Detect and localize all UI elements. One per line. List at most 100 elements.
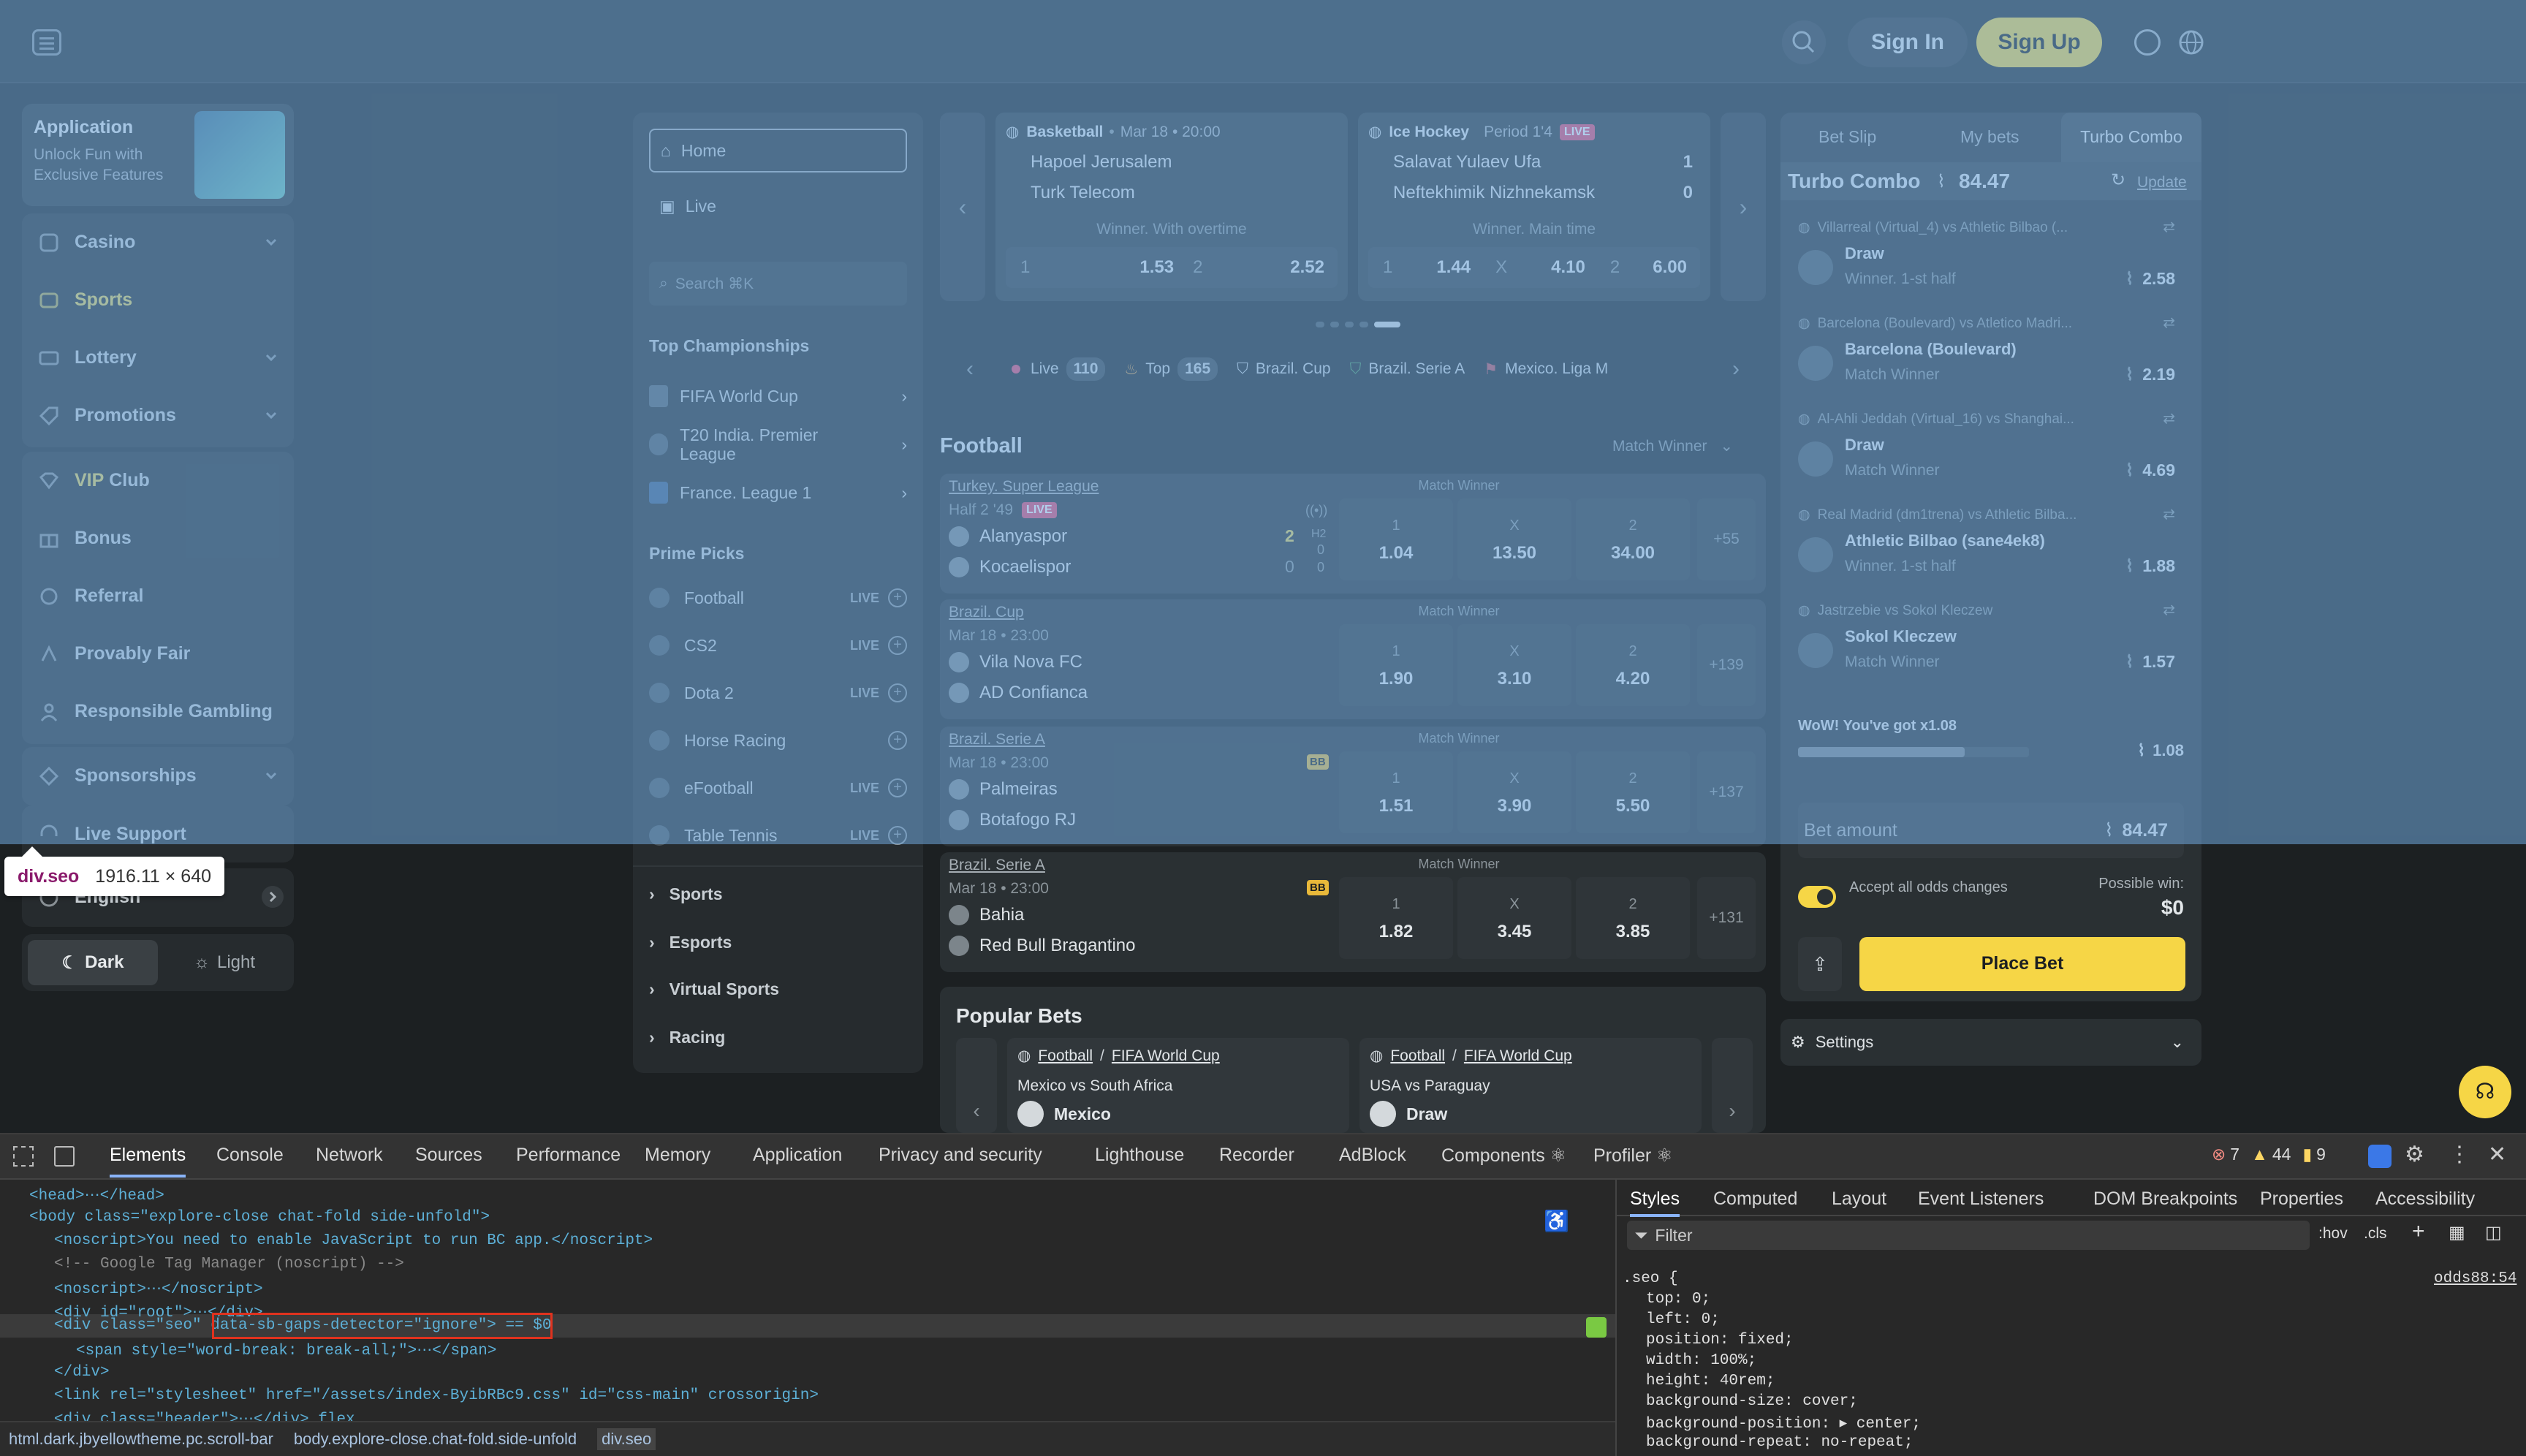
search-icon[interactable] [1782, 20, 1826, 64]
nav-sponsorships[interactable]: Sponsorships [22, 747, 294, 805]
sign-in-button[interactable]: Sign In [1848, 18, 1968, 67]
css-selector[interactable]: .seo { [1623, 1270, 1678, 1287]
sport-link[interactable]: Football [1390, 1047, 1445, 1065]
devtools-tab[interactable]: Elements [110, 1145, 186, 1178]
swap-icon[interactable]: ⇄ [2163, 314, 2175, 332]
plus-circle-icon[interactable]: + [888, 731, 907, 750]
copy-badge-icon[interactable] [1586, 1317, 1607, 1338]
prime-pick-item[interactable]: Dota 2 LIVE + [649, 677, 907, 709]
more-markets-button[interactable]: +139 [1697, 624, 1756, 706]
swap-icon[interactable]: ⇄ [2163, 601, 2175, 619]
dom-line[interactable]: <link rel="stylesheet" href="/assets/ind… [54, 1387, 819, 1404]
odd-button[interactable]: 1 1.51 [1339, 751, 1453, 833]
combo-selection[interactable]: ◍ Villarreal (Virtual_4) vs Athletic Bilb… [1798, 213, 2184, 308]
bet-amount-input[interactable]: Bet amount ⌇ 84.47 [1798, 803, 2184, 858]
filter-chip[interactable]: ⛉ Brazil. Cup [1237, 360, 1330, 378]
combo-selection[interactable]: ◍ Al-Ahli Jeddah (Virtual_16) vs Shanghai… [1798, 405, 2184, 500]
popular-next-button[interactable]: › [1712, 1038, 1753, 1133]
theme-light-button[interactable]: ☼ Light [161, 940, 288, 985]
dom-line[interactable]: <body class="explore-close chat-fold sid… [29, 1209, 490, 1226]
odd-button[interactable]: 1 1.04 [1339, 498, 1453, 580]
champ-item[interactable]: T20 India. Premier League › [649, 422, 907, 466]
styles-pane-tab[interactable]: Styles [1630, 1188, 1680, 1217]
nav-provably-fair[interactable]: Provably Fair [22, 625, 294, 683]
styles-pane-tab[interactable]: Computed [1713, 1188, 1797, 1210]
css-property[interactable]: background-size: cover; [1646, 1393, 1858, 1410]
swap-icon[interactable]: ⇄ [2163, 218, 2175, 236]
league-link[interactable]: Brazil. Serie A [949, 857, 1045, 874]
league-link[interactable]: Turkey. Super League [949, 478, 1099, 496]
featured-card[interactable]: ◍ Ice Hockey Period 1'4 LIVE Salavat Yulaev… [1358, 113, 1710, 301]
styles-pane-tab[interactable]: Properties [2260, 1188, 2343, 1210]
devtools-tab[interactable]: Memory [645, 1145, 710, 1166]
turbo-combo-tab[interactable]: Turbo Combo [2061, 113, 2201, 162]
css-property[interactable]: left: 0; [1646, 1311, 1720, 1328]
odd-button[interactable]: 2 34.00 [1576, 498, 1690, 580]
combo-selection[interactable]: ◍ Jastrzebie vs Sokol Kleczew ⇄ Sokol Klecz… [1798, 596, 2184, 691]
hov-toggle[interactable]: :hov [2318, 1225, 2348, 1243]
styles-pane-tab[interactable]: Layout [1832, 1188, 1886, 1210]
filters-next-button[interactable]: › [1732, 357, 1740, 382]
odd-button[interactable]: 1 1.90 [1339, 624, 1453, 706]
devtools-tab[interactable]: Components ⚛ [1441, 1145, 1566, 1167]
section-esports[interactable]: › Esports [649, 933, 907, 952]
breadcrumb-item[interactable]: html.dark.jbyellowtheme.pc.scroll-bar [9, 1430, 273, 1449]
refresh-icon[interactable]: ↻ [2111, 170, 2125, 191]
more-markets-button[interactable]: +131 [1697, 877, 1756, 959]
settings-gear-icon[interactable]: ⚙ [2405, 1142, 2424, 1167]
featured-card[interactable]: ◍ Basketball • Mar 18 • 20:00 Hapoel Jerusa… [995, 113, 1348, 301]
odds-row[interactable]: 1 1.53 2 2.52 [1006, 247, 1338, 288]
odd-button[interactable]: X 3.10 [1457, 624, 1571, 706]
dom-line[interactable]: <noscript>You need to enable JavaScript … [54, 1232, 653, 1249]
champ-item[interactable]: France. League 1 › [649, 477, 907, 509]
styles-filter-input[interactable]: ⏷ Filter [1627, 1221, 2310, 1250]
match-card[interactable]: Brazil. Serie A Match Winner Mar 18 • 23:0… [940, 727, 1766, 846]
popular-bet-card[interactable]: ◍ Football / FIFA World Cup Mexico vs South… [1007, 1038, 1349, 1133]
dom-line[interactable]: <span style="word-break: break-all;">⋯</… [76, 1341, 497, 1360]
update-link[interactable]: Update [2137, 174, 2187, 192]
plus-circle-icon[interactable]: + [888, 826, 907, 845]
accessibility-icon[interactable]: ♿ [1544, 1209, 1569, 1233]
css-property[interactable]: top: 0; [1646, 1291, 1710, 1308]
settings-row[interactable]: ⚙ Settings ⌄ [1780, 1019, 2201, 1066]
league-link[interactable]: FIFA World Cup [1464, 1047, 1572, 1065]
devtools-tab[interactable]: Recorder [1219, 1145, 1294, 1166]
more-markets-button[interactable]: +55 [1697, 498, 1756, 580]
nav-sports[interactable]: Sports [22, 271, 294, 329]
plus-circle-icon[interactable]: + [888, 778, 907, 797]
combo-selection[interactable]: ◍ Real Madrid (dm1trena) vs Athletic Bilb… [1798, 501, 2184, 596]
nav-promotions[interactable]: Promotions [22, 387, 294, 444]
dom-line[interactable]: <!-- Google Tag Manager (noscript) --> [54, 1256, 404, 1273]
css-property[interactable]: position: fixed; [1646, 1332, 1794, 1349]
prime-pick-item[interactable]: Table Tennis LIVE + [649, 819, 907, 852]
league-link[interactable]: Brazil. Serie A [949, 731, 1045, 748]
more-options-icon[interactable]: ⋮ [2449, 1142, 2470, 1167]
nav-bonus[interactable]: Bonus [22, 509, 294, 567]
sign-up-button[interactable]: Sign Up [1976, 18, 2102, 67]
mid-home[interactable]: ⌂ Home [649, 129, 907, 172]
device-toolbar-icon[interactable] [54, 1146, 75, 1167]
swap-icon[interactable]: ⇄ [2163, 409, 2175, 428]
theme-dark-button[interactable]: ☾ Dark [28, 940, 158, 985]
combo-selection[interactable]: ◍ Barcelona (Boulevard) vs Atletico Madri… [1798, 309, 2184, 404]
filter-chip[interactable]: ⛉ Brazil. Serie A [1350, 360, 1465, 378]
filters-prev-button[interactable]: ‹ [966, 357, 974, 382]
odd-button[interactable]: 1 1.82 [1339, 877, 1453, 959]
filter-chip-top[interactable]: ♨ Top 165 [1124, 357, 1218, 381]
league-link[interactable]: FIFA World Cup [1112, 1047, 1220, 1065]
support-chat-button[interactable]: ☊ [2459, 1066, 2511, 1118]
plus-circle-icon[interactable]: + [888, 588, 907, 607]
devtools-tab[interactable]: Console [216, 1145, 284, 1166]
plus-circle-icon[interactable]: + [888, 683, 907, 702]
prime-pick-item[interactable]: eFootball LIVE + [649, 772, 907, 804]
styles-pane-tab[interactable]: Accessibility [2375, 1188, 2475, 1210]
devtools-tab[interactable]: Privacy and security [879, 1145, 1042, 1166]
share-button[interactable]: ⇪ [1798, 937, 1842, 991]
my-bets-tab[interactable]: My bets [1960, 127, 2019, 147]
close-devtools-icon[interactable]: ✕ [2488, 1142, 2506, 1167]
devtools-tab[interactable]: Lighthouse [1095, 1145, 1184, 1166]
odd-button[interactable]: 2 5.50 [1576, 751, 1690, 833]
prime-pick-item[interactable]: CS2 LIVE + [649, 629, 907, 661]
prime-pick-item[interactable]: Horse Racing + [649, 724, 907, 757]
breadcrumb-item[interactable]: body.explore-close.chat-fold.side-unfold [294, 1430, 577, 1449]
